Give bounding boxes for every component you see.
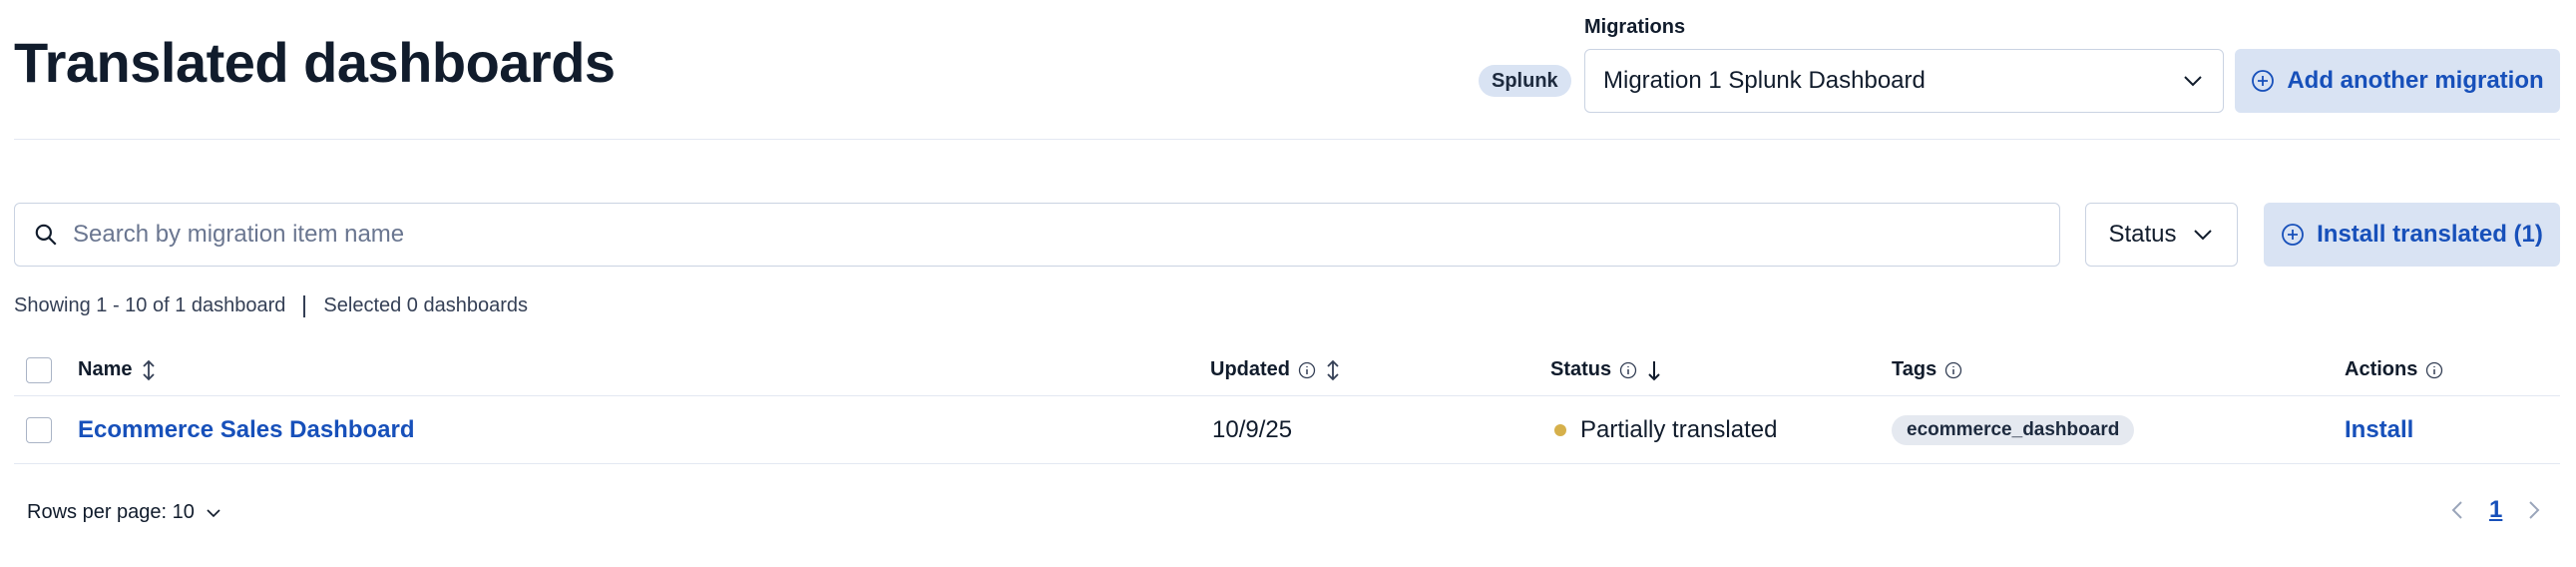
status-text: Partially translated <box>1580 415 1778 443</box>
header-divider <box>14 139 2560 140</box>
migrations-label: Migrations <box>1584 16 1686 38</box>
column-name-label: Name <box>78 358 133 380</box>
table-header: Name Updated Status Tags Actions <box>14 344 2560 396</box>
select-all-cell <box>26 344 52 395</box>
row-checkbox[interactable] <box>26 416 52 443</box>
page-title: Translated dashboards <box>14 31 616 94</box>
column-tags-label: Tags <box>1892 358 1937 380</box>
row-tags-cell: ecommerce_dashboard <box>1892 396 2135 463</box>
updated-date: 10/9/25 <box>1212 415 1293 443</box>
sort-descending-icon <box>1648 360 1660 380</box>
row-updated-cell: 10/9/25 <box>1212 396 1292 463</box>
info-icon <box>1298 361 1316 378</box>
info-icon <box>1619 361 1637 378</box>
sort-icon <box>1327 359 1339 380</box>
info-icon <box>1945 361 1962 378</box>
install-translated-label: Install translated (1) <box>2317 221 2543 248</box>
search-field[interactable] <box>14 203 2060 267</box>
page-number-current[interactable]: 1 <box>2489 496 2502 524</box>
info-icon <box>2426 361 2443 378</box>
column-updated-label: Updated <box>1210 358 1290 380</box>
column-actions-label: Actions <box>2345 358 2418 380</box>
install-translated-button[interactable]: Install translated (1) <box>2264 203 2560 267</box>
plus-circle-icon <box>2282 224 2305 246</box>
status-dot-icon <box>1554 423 1566 436</box>
table-summary: Showing 1 - 10 of 1 dashboard Selected 0… <box>14 294 528 317</box>
column-header-updated[interactable]: Updated <box>1210 344 1342 395</box>
status-filter-label: Status <box>2108 221 2177 248</box>
table-row: Ecommerce Sales Dashboard 10/9/25 Partia… <box>14 396 2560 464</box>
column-header-tags: Tags <box>1892 344 1962 395</box>
chevron-left-icon[interactable] <box>2449 498 2465 522</box>
row-select-cell <box>26 396 52 463</box>
sort-icon <box>143 359 156 380</box>
add-migration-button[interactable]: Add another migration <box>2235 49 2560 113</box>
pagination: 1 <box>2449 496 2542 524</box>
add-migration-label: Add another migration <box>2287 67 2544 94</box>
row-actions-cell: Install <box>2345 396 2413 463</box>
row-status-cell: Partially translated <box>1554 396 1777 463</box>
plus-circle-icon <box>2252 70 2275 92</box>
source-badge: Splunk <box>1479 65 1571 97</box>
install-action-link[interactable]: Install <box>2345 416 2413 444</box>
chevron-down-icon <box>2193 230 2212 241</box>
selected-count: Selected 0 dashboards <box>323 294 529 316</box>
tag-badge: ecommerce_dashboard <box>1892 414 2135 445</box>
migration-select[interactable]: Migration 1 Splunk Dashboard <box>1584 49 2224 113</box>
rows-per-page-button[interactable]: Rows per page: 10 <box>27 501 222 524</box>
dashboard-name-link[interactable]: Ecommerce Sales Dashboard <box>78 416 415 444</box>
column-status-label: Status <box>1550 358 1612 380</box>
chevron-right-icon[interactable] <box>2526 498 2542 522</box>
column-header-name[interactable]: Name <box>78 344 158 395</box>
search-input[interactable] <box>73 221 2041 249</box>
select-all-checkbox[interactable] <box>26 356 52 383</box>
column-header-actions: Actions <box>2345 344 2443 395</box>
chevron-down-icon <box>2184 76 2202 87</box>
column-header-status[interactable]: Status <box>1550 344 1663 395</box>
rows-per-page-label: Rows per page: 10 <box>27 501 195 523</box>
search-icon <box>35 224 57 246</box>
summary-separator <box>303 294 306 317</box>
status-filter-button[interactable]: Status <box>2085 203 2238 267</box>
chevron-down-icon <box>207 508 220 517</box>
showing-count: Showing 1 - 10 of 1 dashboard <box>14 294 286 316</box>
migration-select-value: Migration 1 Splunk Dashboard <box>1603 67 1926 94</box>
row-name-cell: Ecommerce Sales Dashboard <box>78 396 415 463</box>
